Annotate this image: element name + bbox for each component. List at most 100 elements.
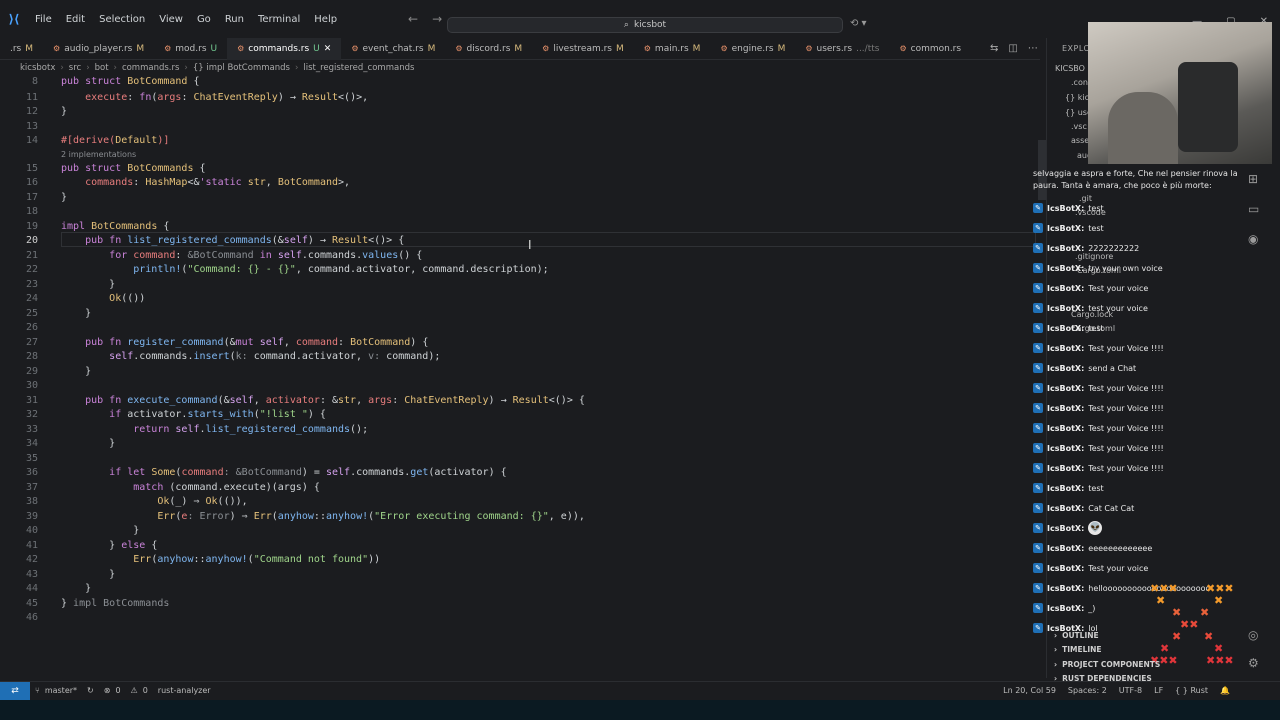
code-editor[interactable]: 8 pub struct BotCommand { 11 execute: fn(… — [0, 74, 1040, 680]
rust-file-icon: ⚙ — [351, 44, 359, 53]
tab-engine[interactable]: ⚙ engine.rs M — [710, 38, 795, 60]
cursor-position[interactable]: Ln 20, Col 59 — [1003, 686, 1056, 695]
tab-rs[interactable]: .rs M — [0, 38, 43, 60]
settings-gear-icon[interactable]: ⚙ — [1248, 656, 1259, 670]
menu-selection[interactable]: Selection — [92, 14, 152, 25]
code-line: 32 if activator.starts_with("!list ") { — [25, 409, 326, 421]
breadcrumb-item[interactable]: bot — [95, 63, 109, 73]
error-icon: ⊗ — [103, 686, 111, 695]
x-mark-icon: ✖ — [1156, 594, 1166, 607]
chevron-right-icon: › — [113, 63, 117, 73]
breadcrumb-item[interactable]: src — [69, 63, 81, 73]
tab-mod[interactable]: ⚙ mod.rs U — [154, 38, 227, 60]
chat-message: ✎ IcsBotX: Test your voice — [1033, 558, 1263, 578]
code-line: 30 — [25, 380, 38, 392]
bot-badge-icon: ✎ — [1033, 563, 1043, 573]
chevron-right-icon: › — [1054, 645, 1058, 655]
tab-audio-player[interactable]: ⚙ audio_player.rs M — [43, 38, 154, 60]
language-mode[interactable]: { } Rust — [1175, 686, 1208, 695]
menu-run[interactable]: Run — [218, 14, 251, 25]
code-line: 13 — [25, 120, 38, 132]
code-line: 8 pub struct BotCommand { — [31, 75, 200, 87]
current-line-highlight — [61, 232, 1036, 247]
chat-message: ✎ IcsBotX: eeeeeeeeeeeee — [1033, 538, 1263, 558]
breadcrumb-item[interactable]: {} impl BotCommands — [193, 63, 290, 73]
tree-item[interactable]: {} kic — [1065, 93, 1089, 102]
remote-indicator-icon[interactable]: ⇄ — [0, 681, 30, 700]
forward-arrow-icon[interactable]: → — [432, 12, 442, 26]
webcam-object — [1178, 62, 1238, 152]
section-outline[interactable]: › OUTLINE — [1054, 628, 1160, 643]
tab-discord[interactable]: ⚙ discord.rs M — [445, 38, 532, 60]
notifications-icon[interactable]: 🔔 — [1220, 686, 1230, 695]
code-line: 41 } else { — [25, 539, 158, 551]
compare-icon[interactable]: ⇆ — [990, 43, 998, 54]
menu-view[interactable]: View — [152, 14, 190, 25]
code-lens-implementations[interactable]: 2 implementations — [61, 150, 136, 159]
code-line: 25 } — [25, 307, 92, 319]
code-line: 46 — [25, 612, 38, 624]
sync-icon[interactable]: ↻ — [82, 686, 99, 695]
tab-commands[interactable]: ⚙ commands.rs U ✕ — [227, 37, 342, 60]
encoding[interactable]: UTF-8 — [1119, 686, 1142, 695]
back-arrow-icon[interactable]: ← — [408, 12, 418, 26]
split-editor-icon[interactable]: ◫ — [1008, 43, 1017, 54]
rust-analyzer-status[interactable]: rust-analyzer — [153, 686, 216, 695]
tree-item[interactable]: KICSBO — [1055, 64, 1085, 73]
chat-message: ✎ IcsBotX: Test your Voice !!!! — [1033, 398, 1263, 418]
rust-file-icon: ⚙ — [720, 44, 728, 53]
more-actions-icon[interactable]: ⋯ — [1028, 43, 1038, 54]
code-line: 36 if let Some(command: &BotCommand) = s… — [25, 467, 507, 479]
bot-badge-icon: ✎ — [1033, 203, 1043, 213]
tab-users[interactable]: ⚙ users.rs .../tts — [795, 38, 889, 60]
tree-item[interactable]: .vsc — [1071, 122, 1087, 131]
code-line: 21 for command: &BotCommand in self.comm… — [25, 249, 423, 261]
tab-event-chat[interactable]: ⚙ event_chat.rs M — [341, 38, 445, 60]
braces-icon: { } — [1175, 686, 1188, 695]
extensions-icon[interactable]: ⊞ — [1248, 172, 1259, 186]
warnings-count[interactable]: 0 — [143, 686, 153, 695]
close-tab-icon[interactable]: ✕ — [324, 44, 332, 54]
tab-common[interactable]: ⚙ common.rs — [889, 38, 971, 60]
chevron-right-icon: › — [1054, 630, 1058, 640]
tab-livestream[interactable]: ⚙ livestream.rs M — [532, 38, 634, 60]
chat-message: ✎ IcsBotX: test — [1033, 478, 1263, 498]
menu-go[interactable]: Go — [190, 14, 218, 25]
chat-overlay: ✎ IcsBotX: test ✎ IcsBotX: test ✎ IcsBotX: 222… — [1033, 198, 1263, 638]
breadcrumb-item[interactable]: kicsbotx — [20, 63, 55, 73]
chat-message: ✎ IcsBotX: test — [1033, 198, 1263, 218]
menu-edit[interactable]: Edit — [59, 14, 92, 25]
git-branch[interactable]: master* — [45, 686, 82, 695]
code-line: 38 Ok(_) ⇒ Ok(()), — [25, 496, 248, 508]
indentation[interactable]: Spaces: 2 — [1068, 686, 1107, 695]
code-line: 35 — [25, 452, 38, 464]
code-line: 40 } — [25, 525, 140, 537]
tree-item[interactable]: .con — [1071, 78, 1088, 87]
code-line: 29 } — [25, 365, 92, 377]
breadcrumb-item[interactable]: list_registered_commands — [303, 63, 414, 73]
tab-label: .rs — [10, 43, 22, 54]
desktop-background — [0, 700, 1280, 720]
chevron-right-icon: › — [294, 63, 299, 73]
chat-message: ✎ IcsBotX: Test your voice — [1033, 278, 1263, 298]
github-icon[interactable]: ◉ — [1248, 232, 1259, 246]
code-line: 16 commands: HashMap<&'static str, BotCo… — [25, 177, 351, 189]
line-ending[interactable]: LF — [1154, 686, 1163, 695]
code-line: 33 return self.list_registered_commands(… — [25, 423, 369, 435]
problems-count[interactable]: 0 — [115, 686, 125, 695]
account-icon[interactable]: ◎ — [1248, 628, 1259, 642]
menu-file[interactable]: File — [28, 14, 59, 25]
code-line: 24 Ok(()) — [25, 293, 146, 305]
section-project-components[interactable]: › PROJECT COMPONENTS — [1054, 657, 1160, 672]
tree-item[interactable]: asse — [1071, 136, 1089, 145]
menu-terminal[interactable]: Terminal — [251, 14, 307, 25]
breadcrumb-item[interactable]: commands.rs — [122, 63, 179, 73]
tab-main[interactable]: ⚙ main.rs M — [634, 38, 711, 60]
remote-explorer-icon[interactable]: ▭ — [1248, 202, 1259, 216]
bot-badge-icon: ✎ — [1033, 443, 1043, 453]
copilot-icon[interactable]: ⟲ ▾ — [850, 18, 867, 29]
section-timeline[interactable]: › TIMELINE — [1054, 643, 1160, 658]
webcam-overlay — [1088, 22, 1272, 164]
command-search-box[interactable]: ⌕ kicsbot — [447, 17, 843, 33]
menu-help[interactable]: Help — [307, 14, 344, 25]
